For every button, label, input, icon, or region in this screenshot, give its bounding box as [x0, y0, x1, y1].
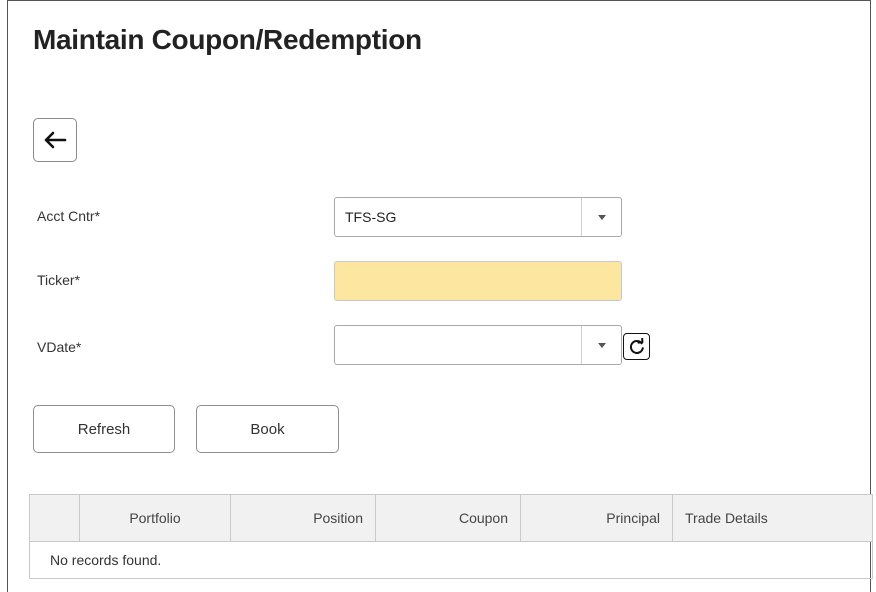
ticker-input[interactable]: [334, 261, 622, 301]
acct-cntr-dropdown-trigger[interactable]: [581, 198, 621, 236]
acct-cntr-value: TFS-SG: [345, 209, 397, 225]
vdate-reload-button[interactable]: [623, 333, 650, 360]
refresh-icon: [629, 337, 644, 354]
empty-table-message: No records found.: [29, 541, 873, 579]
table-row: No records found.: [29, 541, 873, 579]
ticker-label: Ticker*: [37, 272, 81, 288]
table-header-row: Portfolio Position Coupon Principal Trad…: [29, 494, 873, 542]
acct-cntr-label: Acct Cntr*: [37, 208, 101, 224]
caret-down-icon: [597, 342, 606, 348]
window-border-left: [7, 0, 8, 592]
column-header-principal[interactable]: Principal: [520, 494, 673, 542]
back-button[interactable]: [33, 118, 77, 162]
column-header-select[interactable]: [29, 494, 80, 542]
column-header-coupon[interactable]: Coupon: [375, 494, 521, 542]
vdate-label: VDate*: [37, 339, 82, 355]
vdate-select[interactable]: [334, 325, 622, 365]
page: Maintain Coupon/Redemption Acct Cntr* TF…: [0, 0, 876, 592]
vdate-dropdown-trigger[interactable]: [581, 326, 621, 364]
page-title: Maintain Coupon/Redemption: [33, 24, 422, 55]
column-header-portfolio[interactable]: Portfolio: [79, 494, 231, 542]
book-button[interactable]: Book: [196, 405, 339, 453]
window-border-top: [7, 0, 871, 1]
acct-cntr-select[interactable]: TFS-SG: [334, 197, 622, 237]
column-header-position[interactable]: Position: [230, 494, 376, 542]
column-header-trade-details[interactable]: Trade Details: [672, 494, 873, 542]
caret-down-icon: [597, 214, 606, 220]
refresh-button[interactable]: Refresh: [33, 405, 175, 453]
arrow-left-icon: [44, 131, 67, 149]
records-table: Portfolio Position Coupon Principal Trad…: [29, 494, 873, 579]
